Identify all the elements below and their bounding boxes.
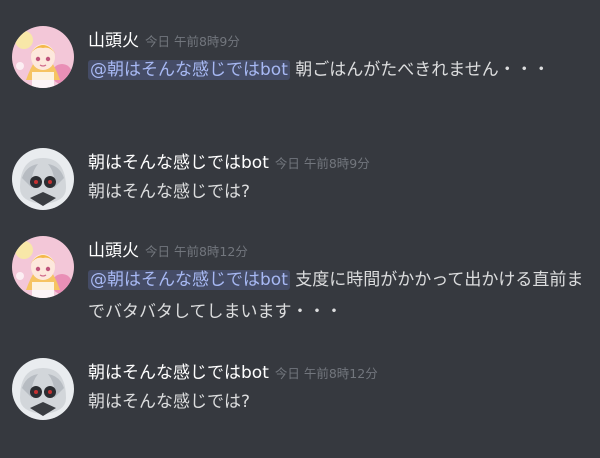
bot-character-avatar-icon [12,148,74,210]
message-header: 朝はそんな感じではbot 今日 午前8時12分 [88,358,588,386]
message-body: 朝はそんな感じではbot 今日 午前8時12分 朝はそんな感じでは? [88,358,588,418]
message-content: @朝はそんな感じではbot 支度に時間がかかって出かける直前までバタバタしてしま… [88,264,588,328]
user-avatar[interactable] [12,26,74,88]
user-mention[interactable]: @朝はそんな感じではbot [88,270,290,290]
timestamp: 今日 午前8時12分 [274,366,378,381]
message-text: 朝ごはんがたべきれません・・・ [289,60,550,80]
username[interactable]: 朝はそんな感じではbot [88,148,269,173]
username[interactable]: 朝はそんな感じではbot [88,358,269,383]
chat-message-list: 山頭火 今日 午前8時9分 @朝はそんな感じではbot 朝ごはんがたべきれません… [0,0,600,458]
message-header: 山頭火 今日 午前8時12分 [88,236,588,264]
message-text: 朝はそんな感じでは? [88,392,251,412]
message-text: 朝はそんな感じでは? [88,182,251,202]
anime-girl-avatar-icon [12,236,74,298]
username[interactable]: 山頭火 [88,26,139,51]
message-header: 朝はそんな感じではbot 今日 午前8時9分 [88,148,588,176]
message-content: @朝はそんな感じではbot 朝ごはんがたべきれません・・・ [88,54,588,86]
message-body: 山頭火 今日 午前8時12分 @朝はそんな感じではbot 支度に時間がかかって出… [88,236,588,328]
username[interactable]: 山頭火 [88,236,139,261]
user-avatar[interactable] [12,236,74,298]
timestamp: 今日 午前8時12分 [145,244,248,259]
user-avatar[interactable] [12,358,74,420]
user-avatar[interactable] [12,148,74,210]
message-content: 朝はそんな感じでは? [88,386,588,418]
timestamp: 今日 午前8時9分 [145,34,240,49]
message-header: 山頭火 今日 午前8時9分 [88,26,588,54]
message-body: 朝はそんな感じではbot 今日 午前8時9分 朝はそんな感じでは? [88,148,588,208]
timestamp: 今日 午前8時9分 [274,156,370,171]
message-body: 山頭火 今日 午前8時9分 @朝はそんな感じではbot 朝ごはんがたべきれません… [88,26,588,86]
anime-girl-avatar-icon [12,26,74,88]
bot-character-avatar-icon [12,358,74,420]
message-content: 朝はそんな感じでは? [88,176,588,208]
user-mention[interactable]: @朝はそんな感じではbot [88,60,290,80]
